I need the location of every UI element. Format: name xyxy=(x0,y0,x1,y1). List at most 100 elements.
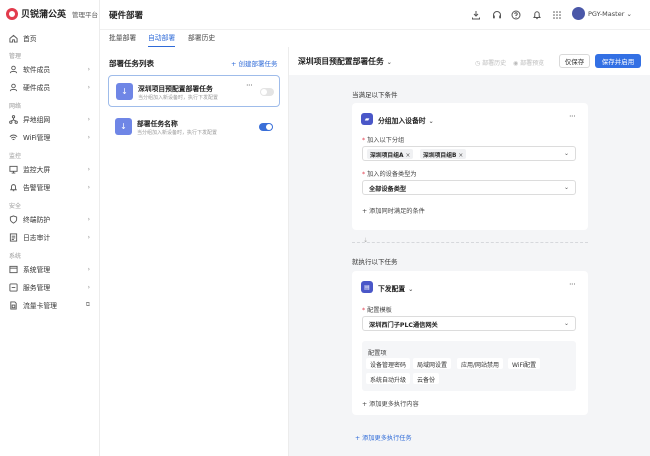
sim-card-icon xyxy=(9,300,18,310)
deploy-history-link[interactable]: ◷ 部署历史 xyxy=(475,58,506,67)
sidebar-item-monitor-screen[interactable]: 监控大屏 › xyxy=(0,162,99,176)
more-icon[interactable]: ··· xyxy=(569,112,576,121)
group-field-label: * 加入以下分组 xyxy=(362,135,404,144)
sidebar-section-label: 安全 xyxy=(9,203,22,210)
group-tag: 深圳项目组A × xyxy=(367,149,414,159)
chevron-down-icon: ⌄ xyxy=(428,118,434,125)
more-icon[interactable]: ··· xyxy=(246,81,253,90)
save-enable-button[interactable]: 保存并启用 xyxy=(595,54,641,68)
chevron-right-icon: › xyxy=(87,115,90,123)
shield-icon xyxy=(9,214,18,224)
action-section-label: 就执行以下任务 xyxy=(352,258,398,266)
task-desc: 当分组加入新设备时，执行下发配置 xyxy=(137,130,218,136)
group-multiselect[interactable]: 深圳项目组A × 深圳项目组B × ⌄ xyxy=(362,146,576,161)
chevron-right-icon: › xyxy=(87,83,90,91)
create-task-link[interactable]: + 创建部署任务 xyxy=(231,58,278,68)
flow-arrow-icon: ⇣ xyxy=(363,237,369,244)
user-menu[interactable]: PGY-Master ⌄ xyxy=(588,10,632,18)
tab-auto-deploy[interactable]: 自动部署 xyxy=(148,32,176,47)
sidebar-section-label: 监控 xyxy=(9,153,22,160)
wifi-icon xyxy=(9,133,18,142)
config-chip[interactable]: WiFi配置 xyxy=(508,358,541,369)
required-mark: * xyxy=(362,171,366,178)
deploy-preview-link[interactable]: ◉ 部署预览 xyxy=(513,58,544,67)
help-icon[interactable] xyxy=(510,9,521,20)
brand-logo[interactable]: 贝锐蒲公英 管理平台 xyxy=(6,7,98,20)
sidebar-item-wifi[interactable]: WiFi管理 › xyxy=(0,130,99,144)
trigger-label: 分组加入设备时 xyxy=(378,117,426,125)
sidebar-item-hardware-members[interactable]: 硬件成员 › xyxy=(0,80,99,94)
task-enable-toggle[interactable] xyxy=(259,123,273,131)
add-action-content-link[interactable]: + 添加更多执行内容 xyxy=(362,399,419,408)
chevron-down-icon: ⌄ xyxy=(386,59,392,66)
task-card[interactable]: ↓ 深圳项目预配置部署任务 当分组加入新设备时，执行下发配置 ··· xyxy=(108,75,280,107)
group-tag: 深圳项目组B × xyxy=(420,149,467,159)
network-icon xyxy=(9,114,18,124)
download-icon[interactable] xyxy=(470,9,481,20)
sidebar-item-system[interactable]: 系统管理 › xyxy=(0,262,99,276)
sidebar-item-remote-network[interactable]: 异地组网 › xyxy=(0,112,99,126)
action-label: 下发配置 xyxy=(378,285,406,293)
tab-deploy-history[interactable]: 部署历史 xyxy=(188,32,215,47)
config-chip[interactable]: 设备管理密码 xyxy=(366,358,411,369)
sidebar-item-log-audit[interactable]: 日志审计 › xyxy=(0,230,99,244)
tab-batch-deploy[interactable]: 批量部署 xyxy=(109,32,136,47)
editor-title[interactable]: 深圳项目预配置部署任务 ⌄ xyxy=(298,56,392,67)
config-chip[interactable]: 局域网设置 xyxy=(413,358,452,369)
download-task-icon: ↓ xyxy=(115,118,132,135)
sidebar-item-label: 告警管理 xyxy=(23,184,51,192)
condition-section-label: 当满足以下条件 xyxy=(352,91,398,99)
brand-name: 贝锐蒲公英 xyxy=(21,10,67,20)
log-icon xyxy=(9,232,18,242)
chevron-down-icon: ⌄ xyxy=(563,320,569,327)
top-header: 硬件部署 PGY-Master ⌄ xyxy=(100,0,650,30)
add-condition-link[interactable]: + 添加同时满足的条件 xyxy=(362,206,425,215)
template-select[interactable]: 深圳西门子PLC通信网关 ⌄ xyxy=(362,316,576,331)
sidebar-item-software-members[interactable]: 软件成员 › xyxy=(0,62,99,76)
chevron-right-icon: › xyxy=(87,133,90,141)
chevron-down-icon: ⌄ xyxy=(563,184,569,191)
avatar[interactable] xyxy=(572,7,585,20)
chevron-right-icon: › xyxy=(87,165,90,173)
add-more-tasks-link[interactable]: + 添加更多执行任务 xyxy=(355,433,412,442)
sidebar-item-alerts[interactable]: 告警管理 › xyxy=(0,180,99,194)
sidebar-section-label: 系统 xyxy=(9,253,22,260)
headset-icon[interactable] xyxy=(491,9,502,20)
notification-bell-icon[interactable] xyxy=(531,9,542,20)
chevron-down-icon: ⌄ xyxy=(563,150,569,157)
config-chip[interactable]: 系统自动升级 xyxy=(366,373,411,384)
apps-grid-icon[interactable] xyxy=(551,9,562,20)
sidebar-item-home[interactable]: 首页 xyxy=(0,31,99,45)
more-icon[interactable]: ··· xyxy=(569,280,576,289)
deploy-preview-label: 部署预览 xyxy=(520,60,545,67)
sidebar-item-label: 硬件成员 xyxy=(23,84,51,92)
sidebar-item-endpoint-protection[interactable]: 终端防护 › xyxy=(0,212,99,226)
config-chip[interactable]: 应用/网站禁用 xyxy=(457,358,504,369)
chevron-right-icon: › xyxy=(87,215,90,223)
sidebar-item-services[interactable]: 服务管理 › xyxy=(0,280,99,294)
sidebar-item-label: 首页 xyxy=(23,35,37,43)
home-icon xyxy=(9,34,18,43)
chevron-right-icon: › xyxy=(87,183,90,191)
brand-subtitle: 管理平台 xyxy=(72,10,99,19)
sidebar-item-label: 日志审计 xyxy=(23,234,51,242)
monitor-icon xyxy=(9,165,18,174)
page-title: 硬件部署 xyxy=(109,11,144,21)
sidebar-item-label: 服务管理 xyxy=(23,284,51,292)
condition-card: ▰ 分组加入设备时 ⌄ ··· * 加入以下分组 深圳项目组A × 深圳项目组B × ⌄… xyxy=(352,103,588,230)
task-enable-toggle[interactable] xyxy=(260,88,274,96)
close-icon[interactable]: × xyxy=(405,153,410,159)
group-field-text: 加入以下分组 xyxy=(367,137,405,144)
task-card[interactable]: ↓ 部署任务名称 当分组加入新设备时，执行下发配置 xyxy=(108,111,280,143)
close-icon[interactable]: × xyxy=(458,153,463,159)
device-type-select[interactable]: 全部设备类型 ⌄ xyxy=(362,180,576,195)
group-tag-label: 深圳项目组A xyxy=(370,153,404,159)
action-select[interactable]: 下发配置 ⌄ xyxy=(378,283,413,293)
sidebar-item-sim-cards[interactable]: 流量卡管理 ⧉ xyxy=(0,298,99,312)
task-list-title: 部署任务列表 xyxy=(109,59,154,68)
flow-divider xyxy=(352,242,588,243)
config-chip[interactable]: 云备份 xyxy=(413,373,440,384)
save-button[interactable]: 仅保存 xyxy=(559,54,590,68)
trigger-select[interactable]: 分组加入设备时 ⌄ xyxy=(378,115,434,125)
sidebar-item-label: 软件成员 xyxy=(23,66,51,74)
